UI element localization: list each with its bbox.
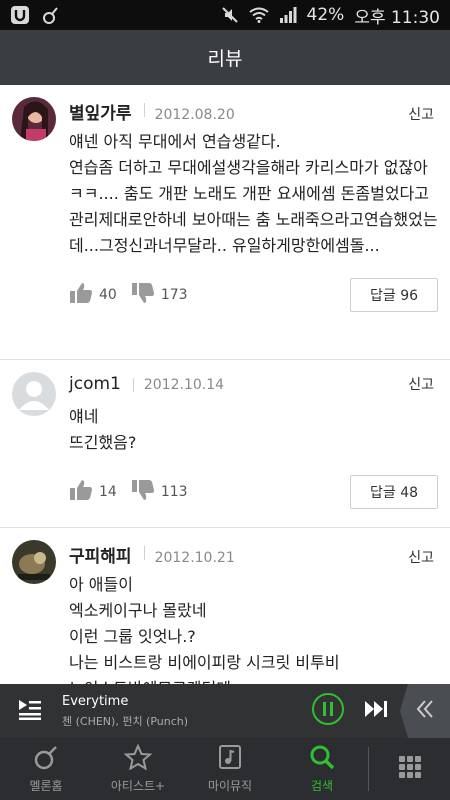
review-date: 2012.08.20 xyxy=(154,107,235,123)
review-author[interactable]: jcom1 xyxy=(69,374,121,394)
reply-button[interactable]: 답글 48 xyxy=(350,475,438,509)
playlist-icon xyxy=(17,698,43,724)
signal-icon xyxy=(279,7,297,23)
nav-artist-plus[interactable]: 아티스트+ xyxy=(92,738,184,800)
melon-u-icon xyxy=(10,5,30,25)
like-count: 14 xyxy=(99,484,117,500)
battery-percent: 42% xyxy=(306,5,345,25)
thumbs-up-icon xyxy=(69,282,93,308)
nav-my-music[interactable]: 마이뮤직 xyxy=(184,738,276,800)
review-item: 별잎가루 2012.08.20 신고 얘넨 아직 무대에서 연습생같다. 연습좀… xyxy=(0,85,450,360)
melon-note-icon xyxy=(42,5,60,25)
bottom-nav: 멜론홈 아티스트+ 마이뮤직 검색 xyxy=(0,738,450,800)
avatar[interactable] xyxy=(12,540,56,584)
nav-label: 마이뮤직 xyxy=(207,779,253,793)
review-date: 2012.10.21 xyxy=(154,550,235,566)
nav-label: 멜론홈 xyxy=(29,779,63,793)
music-box-icon xyxy=(218,744,242,773)
mute-icon xyxy=(221,6,239,24)
thumbs-up-icon xyxy=(69,479,93,505)
review-author[interactable]: 구피해피 xyxy=(69,542,132,567)
status-bar: 42% 오후 11:30 xyxy=(0,0,450,30)
review-date: 2012.10.14 xyxy=(143,377,225,393)
report-button[interactable]: 신고 xyxy=(408,547,434,567)
review-list[interactable]: 별잎가루 2012.08.20 신고 얘넨 아직 무대에서 연습생같다. 연습좀… xyxy=(0,85,450,685)
double-chevron-left-icon xyxy=(414,698,436,724)
next-track-icon xyxy=(363,699,389,723)
dislike-button[interactable]: 113 xyxy=(131,479,188,505)
pause-icon xyxy=(311,692,345,730)
review-author[interactable]: 별잎가루 xyxy=(69,99,132,124)
clock: 오후 11:30 xyxy=(354,7,440,28)
dislike-count: 173 xyxy=(160,287,188,303)
next-button[interactable] xyxy=(352,684,400,738)
collapse-player-button[interactable] xyxy=(400,684,450,738)
menu-grid-button[interactable] xyxy=(369,738,450,800)
header: 리뷰 xyxy=(0,30,450,85)
nav-melon-home[interactable]: 멜론홈 xyxy=(0,738,92,800)
wifi-icon xyxy=(248,7,269,23)
search-icon xyxy=(309,744,335,773)
like-button[interactable]: 40 xyxy=(69,282,117,308)
mini-player[interactable]: Everytime 첸 (CHEN), 펀치 (Punch) xyxy=(0,684,450,738)
pause-button[interactable] xyxy=(304,684,352,738)
nav-search[interactable]: 검색 xyxy=(276,738,368,800)
report-button[interactable]: 신고 xyxy=(408,374,434,394)
thumbs-down-icon xyxy=(131,479,155,505)
reply-button[interactable]: 답글 96 xyxy=(350,278,438,312)
dislike-count: 113 xyxy=(160,484,188,500)
divider xyxy=(143,546,145,560)
review-item: 구피해피 2012.10.21 신고 아 애들이 엑소케이구나 몰랐네 이런 그… xyxy=(0,528,450,685)
like-button[interactable]: 14 xyxy=(69,479,117,505)
nav-label: 검색 xyxy=(310,779,334,793)
divider xyxy=(143,103,145,117)
divider xyxy=(132,378,134,392)
star-icon xyxy=(123,743,153,773)
now-playing-info[interactable]: Everytime 첸 (CHEN), 펀치 (Punch) xyxy=(60,694,304,729)
avatar[interactable] xyxy=(12,97,56,141)
review-item: jcom1 2012.10.14 신고 얘네 뜨긴했음? 14 113 답글 4… xyxy=(0,360,450,528)
nav-label: 아티스트+ xyxy=(110,779,166,793)
like-count: 40 xyxy=(99,287,117,303)
song-title: Everytime xyxy=(62,693,129,709)
thumbs-down-icon xyxy=(131,282,155,308)
review-text: 아 애들이 엑소케이구나 몰랐네 이런 그룹 잇엇나.? 나는 비스트랑 비에이… xyxy=(69,575,340,685)
grid-menu-icon xyxy=(398,755,422,783)
page-title: 리뷰 xyxy=(207,48,243,70)
review-text: 얘넨 아직 무대에서 연습생같다. 연습좀 더하고 무대에설생각을해라 카리스마… xyxy=(69,132,438,255)
review-text: 얘네 뜨긴했음? xyxy=(69,407,137,452)
avatar[interactable] xyxy=(12,372,56,416)
report-button[interactable]: 신고 xyxy=(408,104,434,124)
dislike-button[interactable]: 173 xyxy=(131,282,188,308)
melon-home-icon xyxy=(33,744,59,773)
song-artist: 첸 (CHEN), 펀치 (Punch) xyxy=(62,714,189,728)
playlist-button[interactable] xyxy=(0,684,60,738)
